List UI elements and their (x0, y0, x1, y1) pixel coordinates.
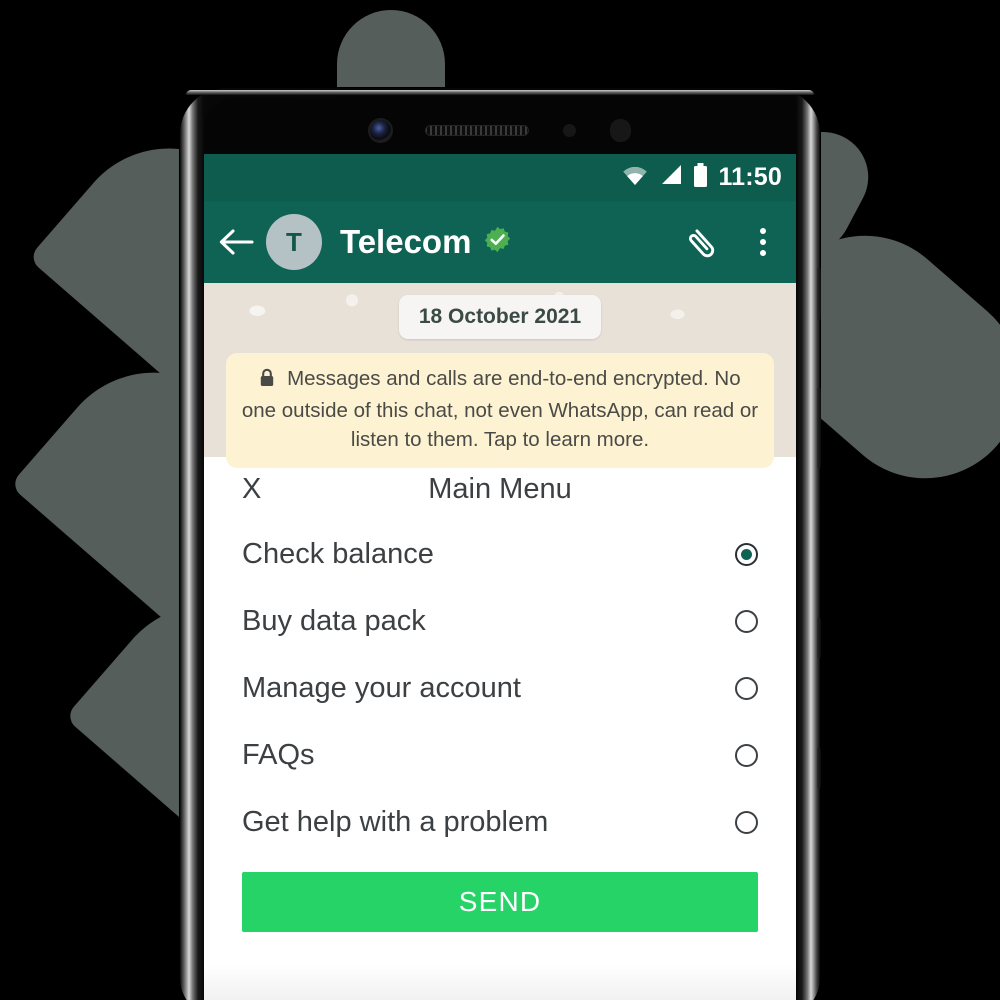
send-button[interactable]: SEND (242, 872, 758, 932)
menu-option-row[interactable]: Get help with a problem (204, 789, 796, 856)
chat-area: 18 October 2021 Messages and calls are e… (204, 283, 796, 469)
phone-screen: 11:50 T Telecom 18 October 2021 Messages… (204, 154, 796, 1000)
encryption-notice-text: Messages and calls are end-to-end encryp… (241, 367, 759, 452)
battery-icon (692, 162, 709, 193)
paperclip-icon[interactable] (688, 223, 726, 261)
menu-option-label: Get help with a problem (242, 806, 549, 838)
earpiece-speaker-icon (424, 124, 529, 136)
status-bar-clock: 11:50 (718, 163, 782, 191)
phone-side-button-3[interactable] (817, 618, 821, 658)
close-icon[interactable]: X (242, 474, 261, 504)
radio-button[interactable] (735, 677, 758, 700)
lock-icon (259, 368, 281, 392)
radio-button-selected[interactable] (735, 543, 758, 566)
system-navigation-area (204, 932, 796, 1000)
menu-option-label: Manage your account (242, 672, 521, 704)
menu-header: X Main Menu (204, 457, 796, 521)
menu-option-row[interactable]: FAQs (204, 722, 796, 789)
radio-button[interactable] (735, 744, 758, 767)
menu-title: Main Menu (428, 472, 572, 505)
proximity-sensor-icon (562, 123, 576, 137)
cellular-signal-icon (658, 164, 683, 191)
kebab-dot-2 (760, 239, 766, 245)
kebab-dot-1 (760, 228, 766, 234)
front-camera-icon (369, 119, 391, 141)
verified-badge-icon (484, 226, 511, 258)
back-arrow-icon[interactable] (218, 227, 254, 257)
contact-name[interactable]: Telecom (340, 223, 471, 261)
menu-option-row[interactable]: Check balance (204, 521, 796, 588)
status-bar: 11:50 (204, 154, 796, 201)
wifi-icon (621, 164, 649, 191)
phone-power-button[interactable] (817, 268, 821, 320)
menu-option-label: Buy data pack (242, 605, 426, 637)
kebab-dot-3 (760, 250, 766, 256)
light-sensor-icon (609, 118, 631, 142)
screenshot-stage: 11:50 T Telecom 18 October 2021 Messages… (0, 0, 1000, 1000)
menu-option-label: FAQs (242, 739, 315, 771)
radio-button[interactable] (735, 811, 758, 834)
app-bar: T Telecom (204, 201, 796, 283)
radio-button[interactable] (735, 610, 758, 633)
phone-mockup: 11:50 T Telecom 18 October 2021 Messages… (180, 88, 821, 1000)
date-divider: 18 October 2021 (398, 295, 602, 339)
phone-volume-button[interactable] (817, 388, 821, 468)
avatar-initial: T (286, 226, 302, 257)
send-button-container: SEND (204, 856, 796, 932)
menu-option-row[interactable]: Buy data pack (204, 588, 796, 655)
encryption-notice[interactable]: Messages and calls are end-to-end encryp… (226, 353, 774, 469)
phone-side-button-4[interactable] (817, 748, 821, 788)
avatar[interactable]: T (266, 214, 322, 270)
kebab-menu-icon[interactable] (748, 223, 778, 261)
menu-option-row[interactable]: Manage your account (204, 655, 796, 722)
interactive-list-menu: X Main Menu Check balance Buy data pack … (204, 457, 796, 1000)
menu-option-label: Check balance (242, 538, 434, 570)
